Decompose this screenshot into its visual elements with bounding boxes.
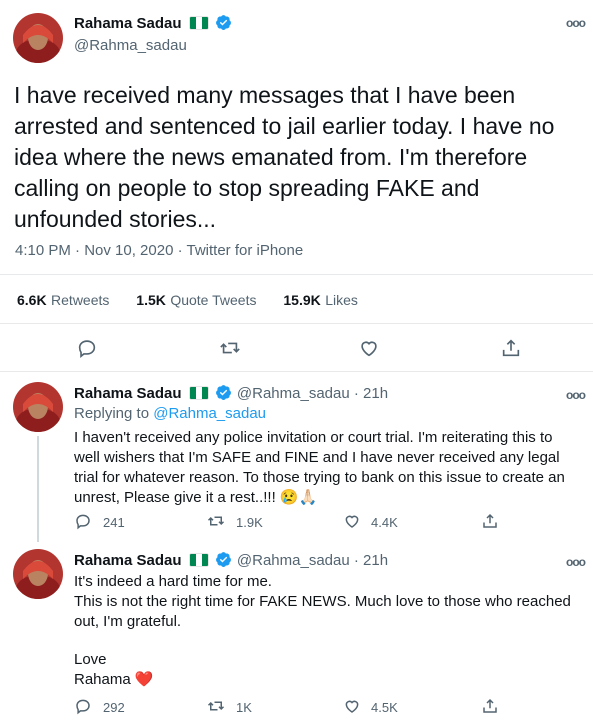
retweet-count: 1K [236,700,252,715]
like-icon[interactable] [343,697,361,715]
reply-line: Rahama ❤️ [74,671,154,688]
reply-text: It's indeed a hard time for me. This is … [74,572,579,690]
author-name[interactable]: Rahama Sadau [74,15,182,32]
author-handle-time[interactable]: @Rahma_sadau · 21h [237,385,388,402]
like-icon[interactable] [358,337,380,359]
replying-mention[interactable]: @Rahma_sadau [153,405,266,422]
share-icon[interactable] [481,512,499,530]
retweet-icon[interactable] [206,697,226,715]
nigeria-flag-icon [190,17,208,29]
like-count: 4.4K [371,515,398,530]
reply-text: I haven't received any police invitation… [74,429,565,506]
retweet-count: 1.9K [236,515,263,530]
main-avatar[interactable] [13,13,63,63]
reply-line: Love [74,651,107,668]
reply-line: This is not the right time for FAKE NEWS… [74,593,571,630]
avatar-image [13,13,63,63]
more-options-icon[interactable]: ooo [566,555,586,569]
verified-badge-icon [216,15,232,30]
retweets-label: Retweets [51,292,110,308]
stats-bar: 6.6K Retweets 1.5K Quote Tweets 15.9K Li… [17,292,358,310]
replying-to: Replying to @Rahma_sadau [74,405,266,422]
divider [0,323,593,324]
reply-icon[interactable] [76,337,98,359]
more-options-icon[interactable]: ooo [566,388,586,402]
quotes-count: 1.5K [136,292,166,308]
avatar-image [13,549,63,599]
reply-icon[interactable] [74,512,92,530]
author-handle-time[interactable]: @Rahma_sadau · 21h [237,552,388,569]
reply-avatar[interactable] [13,549,63,599]
verified-badge-icon [216,552,232,567]
reply-count: 241 [103,515,125,530]
likes-count: 15.9K [283,292,321,308]
quotes-label: Quote Tweets [170,292,257,308]
share-icon[interactable] [500,337,522,359]
main-author: Rahama Sadau [74,14,232,33]
reply-line: It's indeed a hard time for me. [74,573,272,590]
like-icon[interactable] [343,512,361,530]
avatar-image [13,382,63,432]
retweet-icon[interactable] [206,512,226,530]
replying-prefix: Replying to [74,405,150,422]
reply-avatar[interactable] [13,382,63,432]
likes-stat[interactable]: 15.9K Likes [283,292,358,309]
nigeria-flag-icon [190,387,208,399]
retweet-icon[interactable] [218,337,242,359]
tweet-text: I have received many messages that I hav… [14,82,555,232]
author-name[interactable]: Rahama Sadau [74,552,182,569]
nigeria-flag-icon [190,554,208,566]
quotes-stat[interactable]: 1.5K Quote Tweets [136,292,261,309]
divider [0,274,593,275]
author-name[interactable]: Rahama Sadau [74,385,182,402]
reply-header: Rahama Sadau @Rahma_sadau · 21h [74,551,388,570]
retweets-count: 6.6K [17,292,47,308]
share-icon[interactable] [481,697,499,715]
retweets-stat[interactable]: 6.6K Retweets [17,292,114,309]
reply-count: 292 [103,700,125,715]
verified-badge-icon [216,385,232,400]
more-options-icon[interactable]: ooo [566,16,586,30]
reply-header: Rahama Sadau @Rahma_sadau · 21h [74,384,388,403]
likes-label: Likes [325,292,358,308]
author-handle[interactable]: @Rahma_sadau [74,37,187,54]
thread-connector [37,436,39,542]
reply-icon[interactable] [74,697,92,715]
tweet-timestamp[interactable]: 4:10 PM · Nov 10, 2020 · Twitter for iPh… [15,242,303,259]
like-count: 4.5K [371,700,398,715]
divider [0,371,593,372]
